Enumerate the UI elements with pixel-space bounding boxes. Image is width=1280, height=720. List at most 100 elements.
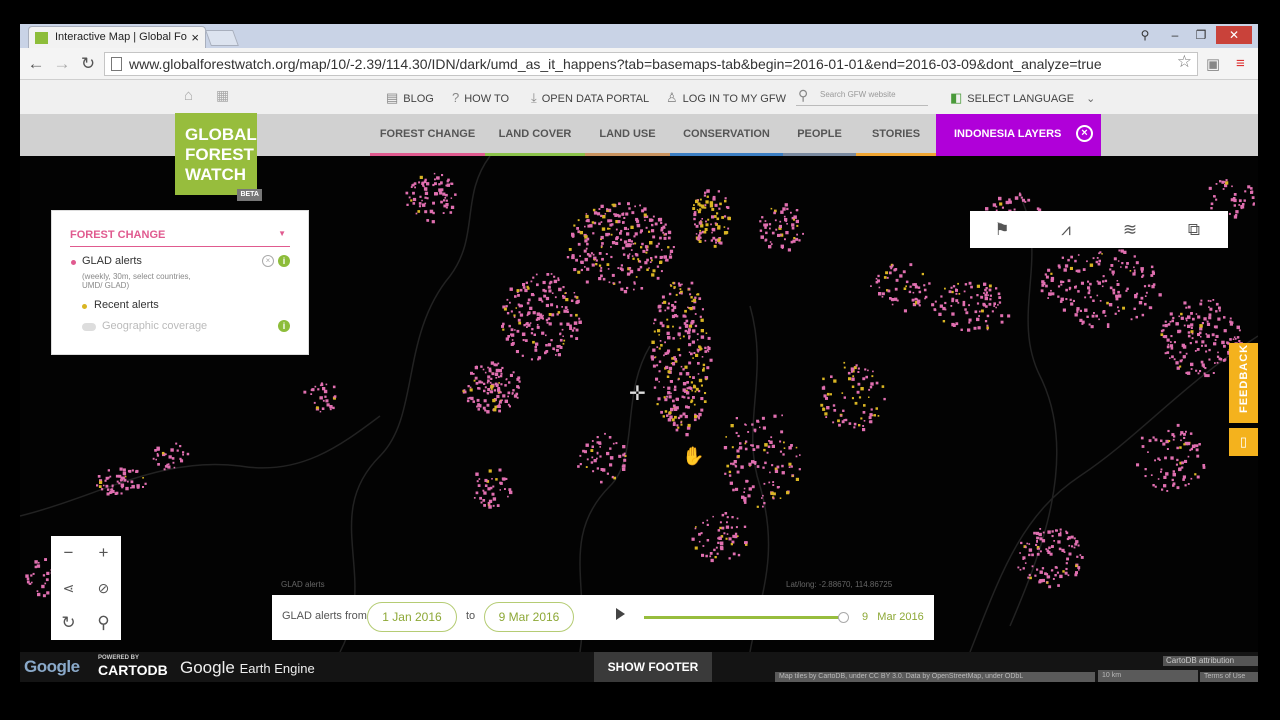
blog-link[interactable]: ▤ BLOG (386, 90, 434, 106)
alert-pixel (494, 405, 498, 409)
tab-indonesia-layers[interactable]: INDONESIA LAYERS × (936, 114, 1101, 156)
user-icon[interactable]: ⚲ (1132, 26, 1158, 44)
alert-pixel (735, 431, 738, 434)
layers-icon[interactable]: ≋ (1098, 211, 1162, 248)
reset-icon[interactable]: ↻ (51, 606, 86, 640)
extension-icon[interactable]: ▣ (1206, 55, 1220, 73)
caret-down-icon[interactable]: ▼ (278, 229, 286, 238)
alert-pixel (532, 340, 535, 344)
alert-pixel (860, 417, 863, 420)
new-tab-button[interactable] (205, 30, 239, 46)
back-icon[interactable]: ← (24, 53, 48, 75)
tab-land-cover[interactable]: LAND COVER (485, 114, 585, 156)
alert-pixel (576, 227, 579, 230)
alert-pixel (1208, 348, 1211, 352)
show-footer-button[interactable]: SHOW FOOTER (594, 652, 712, 682)
terms-link[interactable]: Terms of Use (1200, 672, 1258, 682)
coverage-info-icon[interactable]: i (278, 320, 290, 332)
share-icon[interactable]: ⋖ (51, 571, 86, 605)
search-input[interactable]: ⚲ Search GFW website (796, 86, 928, 106)
close-window-icon[interactable]: ✕ (1216, 26, 1252, 44)
forward-icon[interactable]: → (50, 53, 74, 75)
alert-pixel (998, 296, 1002, 299)
search-icon[interactable]: ⚲ (86, 606, 121, 640)
alert-pixel (480, 501, 483, 504)
gfw-logo[interactable]: GLOBAL FOREST WATCH BETA (175, 113, 262, 201)
legend-header[interactable]: FOREST CHANGE ▼ (70, 229, 290, 247)
alert-pixel (657, 305, 661, 309)
alert-pixel (711, 215, 715, 219)
alert-pixel (802, 232, 804, 235)
alert-pixel (767, 445, 771, 448)
alert-pixel (566, 310, 569, 313)
alert-pixel (821, 386, 826, 390)
alert-pixel (623, 458, 627, 462)
feedback-button[interactable]: FEEDBACK (1229, 343, 1258, 423)
chart-icon[interactable]: ⩘ (1034, 211, 1098, 248)
remove-layer-icon[interactable]: × (262, 255, 274, 267)
menu-icon[interactable]: ≡ (1236, 55, 1245, 72)
alert-pixel (699, 236, 702, 239)
end-date-picker[interactable]: 9 Mar 2016 (484, 602, 574, 632)
address-bar[interactable]: www.globalforestwatch.org/map/10/-2.39/1… (104, 52, 1198, 76)
alert-pixel (1140, 267, 1144, 271)
alert-pixel (1045, 284, 1048, 288)
alert-pixel (1028, 543, 1031, 545)
play-icon[interactable] (616, 608, 625, 620)
close-tab-icon[interactable]: × (191, 30, 199, 45)
reload-icon[interactable]: ↻ (76, 53, 100, 75)
how-to-link[interactable]: ? HOW TO (452, 90, 509, 105)
close-country-icon[interactable]: × (1076, 125, 1093, 142)
alert-pixel (498, 368, 502, 373)
browser-tab[interactable]: Interactive Map | Global Fo × (28, 26, 206, 48)
alert-pixel (155, 458, 157, 461)
login-link[interactable]: ♙ LOG IN TO MY GFW (666, 90, 786, 106)
info-icon[interactable]: i (278, 255, 290, 267)
alert-pixel (841, 392, 844, 394)
map-canvas[interactable]: FOREST CHANGE ▼ GLAD alerts (weekly, 30m,… (20, 156, 1258, 652)
maximize-icon[interactable]: ❐ (1188, 26, 1214, 44)
open-data-link[interactable]: ⤓ OPEN DATA PORTAL (531, 90, 649, 106)
alert-pixel (1187, 331, 1191, 334)
language-selector[interactable]: ◧ SELECT LANGUAGE ⌄ (950, 90, 1095, 106)
carto-attribution[interactable]: CartoDB attribution (1163, 656, 1258, 666)
tab-stories[interactable]: STORIES (856, 114, 936, 156)
alert-pixel (784, 238, 786, 241)
alert-pixel (499, 481, 503, 485)
alert-pixel (502, 477, 506, 481)
home-icon[interactable]: ⌂ (184, 87, 193, 104)
coverage-toggle[interactable] (82, 323, 96, 331)
alert-pixel (42, 574, 46, 577)
hide-icon[interactable]: ⊘ (86, 571, 121, 605)
alert-pixel (776, 465, 780, 469)
apps-grid-icon[interactable]: ▦ (216, 87, 229, 104)
alert-pixel (493, 408, 497, 412)
tab-conservation[interactable]: CONSERVATION (670, 114, 783, 156)
zoom-out-icon[interactable]: − (51, 536, 86, 570)
alert-pixel (546, 273, 550, 276)
minimize-icon[interactable]: – (1162, 26, 1188, 44)
alert-pixel (438, 183, 441, 186)
tab-land-use[interactable]: LAND USE (585, 114, 670, 156)
tab-people[interactable]: PEOPLE (783, 114, 856, 156)
timeline-handle[interactable] (838, 612, 849, 623)
tab-forest-change[interactable]: FOREST CHANGE (370, 114, 485, 156)
alert-pixel (1215, 183, 1218, 185)
zoom-in-icon[interactable]: + (86, 536, 121, 570)
start-date-picker[interactable]: 1 Jan 2016 (367, 602, 457, 632)
share-map-icon[interactable]: ⧉ (1162, 211, 1226, 248)
flag-search-icon[interactable]: ⚑ (970, 211, 1034, 248)
alert-pixel (715, 546, 718, 549)
alert-pixel (494, 372, 499, 376)
alert-pixel (502, 322, 505, 326)
bookmark-star-icon[interactable]: ☆ (1177, 52, 1192, 72)
alert-pixel (542, 288, 546, 292)
alert-pixel (743, 487, 746, 490)
alert-pixel (1022, 198, 1025, 202)
alert-pixel (1120, 249, 1124, 253)
timeline-progress[interactable] (644, 616, 842, 619)
alert-pixel (553, 348, 556, 351)
alert-pixel (728, 474, 732, 477)
book-icon[interactable]: ▯ (1229, 428, 1258, 456)
alert-pixel (310, 389, 313, 391)
